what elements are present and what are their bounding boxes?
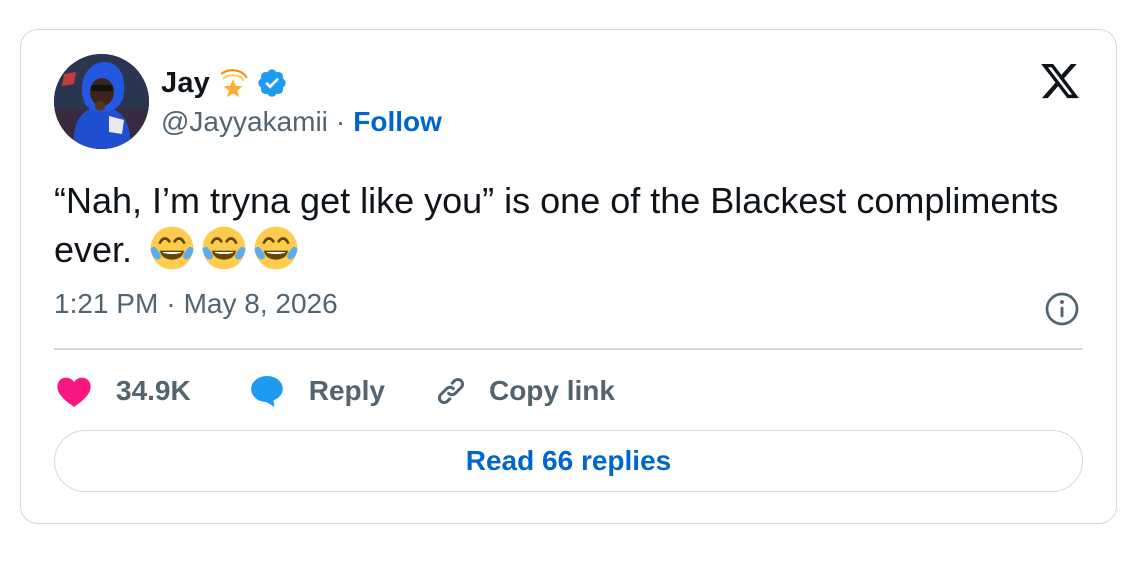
read-replies-button[interactable]: Read 66 replies [54,430,1083,492]
tweet-emojis [148,224,304,272]
x-logo-icon[interactable] [1038,60,1082,102]
reply-button[interactable]: Reply [247,371,385,411]
author-display-name[interactable]: Jay [161,67,210,100]
divider [54,348,1083,350]
face-with-tears-of-joy-icon [150,226,194,270]
reply-label: Reply [308,375,385,406]
copy-link-label: Copy link [488,375,615,406]
tweet-card: Jay @Jayyakamii · Follow “Nah, I’m tryna… [20,29,1117,524]
author-name-row: Jay [161,64,288,102]
read-replies-label: Read 66 replies [465,445,672,476]
like-count: 34.9K [116,375,191,406]
author-handle-row: @Jayyakamii · Follow [161,106,442,138]
face-with-tears-of-joy-icon [254,226,298,270]
tweet-timestamp[interactable]: 1:21 PM · May 8, 2026 [54,288,338,320]
action-bar: 34.9K Reply Copy link [54,367,615,415]
info-icon[interactable] [1044,291,1080,327]
face-with-tears-of-joy-icon [202,226,246,270]
verified-badge-icon [258,69,286,97]
copy-link-button[interactable]: Copy link [431,371,615,411]
avatar-image [54,54,149,149]
tweet-date: May 8, 2026 [183,288,338,319]
author-handle[interactable]: @Jayyakamii [161,106,328,138]
reply-bubble-icon [250,376,283,407]
follow-button[interactable]: Follow [353,106,442,138]
tweet-text: “Nah, I’m tryna get like you” is one of … [54,177,1074,273]
dizzy-star-emoji-icon [220,69,248,98]
separator-dot: · [166,288,176,319]
like-button[interactable]: 34.9K [54,371,191,411]
link-icon [437,377,465,405]
separator-dot: · [335,106,346,137]
heart-icon [57,377,91,407]
tweet-time: 1:21 PM [54,288,159,319]
avatar[interactable] [54,54,149,149]
